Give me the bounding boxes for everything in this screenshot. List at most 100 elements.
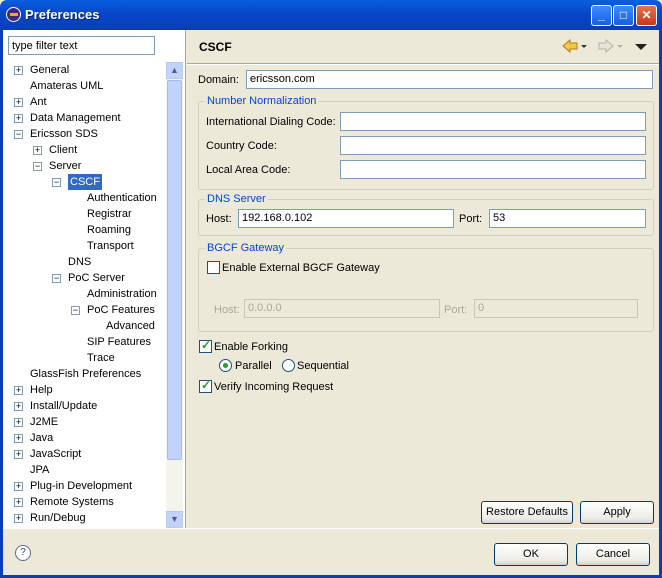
tree-item[interactable]: + Client <box>3 142 166 158</box>
title-bar[interactable]: Preferences _ □ ✕ <box>0 0 662 30</box>
scroll-down-arrow-icon[interactable]: ▼ <box>166 511 183 528</box>
tree-item[interactable]: + Ant <box>3 94 166 110</box>
verify-incoming-checkbox[interactable] <box>199 378 212 393</box>
tree-item[interactable]: − PoC Features <box>3 302 166 318</box>
tree-item[interactable]: Transport <box>3 238 166 254</box>
tree-item[interactable]: + Install/Update <box>3 398 166 414</box>
expand-icon[interactable]: + <box>14 386 23 395</box>
collapse-icon[interactable]: − <box>52 178 61 187</box>
tree-item-label[interactable]: JavaScript <box>30 446 81 462</box>
close-button[interactable]: ✕ <box>636 5 657 26</box>
cancel-button[interactable]: Cancel <box>576 543 650 566</box>
apply-button[interactable]: Apply <box>580 501 654 524</box>
tree-item-label[interactable]: Ant <box>30 94 47 110</box>
verify-incoming-label[interactable]: Verify Incoming Request <box>214 381 333 393</box>
tree-item-label[interactable]: Data Management <box>30 110 121 126</box>
tree-item[interactable]: JPA <box>3 462 166 478</box>
help-icon[interactable]: ? <box>15 545 31 561</box>
tree-item-label[interactable]: Transport <box>87 238 134 254</box>
intl-dialing-code-field[interactable] <box>340 112 646 131</box>
tree-item-label[interactable]: Trace <box>87 350 115 366</box>
tree-item-label[interactable]: Java <box>30 430 53 446</box>
parallel-label[interactable]: Parallel <box>235 360 272 372</box>
expand-icon[interactable]: + <box>33 146 42 155</box>
tree-item[interactable]: + Plug-in Development <box>3 478 166 494</box>
tree-item[interactable]: Trace <box>3 350 166 366</box>
tree-item-label[interactable]: PoC Server <box>68 270 125 286</box>
dns-port-field[interactable]: 53 <box>489 209 646 228</box>
expand-icon[interactable]: + <box>14 514 23 523</box>
enable-forking-checkbox[interactable] <box>199 338 212 353</box>
scroll-up-arrow-icon[interactable]: ▲ <box>166 62 183 79</box>
tree-scrollbar[interactable]: ▲ ▼ <box>166 62 183 528</box>
enable-bgcf-label[interactable]: Enable External BGCF Gateway <box>222 262 380 274</box>
tree-item-label[interactable]: DNS <box>68 254 91 270</box>
collapse-icon[interactable]: − <box>14 130 23 139</box>
tree-item-label[interactable]: Advanced <box>106 318 155 334</box>
expand-icon[interactable]: + <box>14 418 23 427</box>
expand-icon[interactable]: + <box>14 66 23 75</box>
expand-icon[interactable]: + <box>14 450 23 459</box>
tree-item-label[interactable]: J2ME <box>30 414 58 430</box>
tree-item-label[interactable]: Client <box>49 142 77 158</box>
tree-item-label[interactable]: JPA <box>30 462 49 478</box>
maximize-button[interactable]: □ <box>613 5 634 26</box>
tree-item[interactable]: + General <box>3 62 166 78</box>
tree-item[interactable]: SIP Features <box>3 334 166 350</box>
tree-item[interactable]: − CSCF <box>3 174 166 190</box>
tree-item-label[interactable]: PoC Features <box>87 302 155 318</box>
tree-item[interactable]: + Java <box>3 430 166 446</box>
tree-item[interactable]: Roaming <box>3 222 166 238</box>
tree-item[interactable]: + Help <box>3 382 166 398</box>
tree-item-label[interactable]: GlassFish Preferences <box>30 366 141 382</box>
enable-bgcf-checkbox[interactable] <box>207 261 220 274</box>
expand-icon[interactable]: + <box>14 402 23 411</box>
tree-item[interactable]: + JavaScript <box>3 446 166 462</box>
preferences-tree[interactable]: + General Amateras UML + Ant + Data Management… <box>3 62 166 528</box>
tree-item-label[interactable]: CSCF <box>68 174 102 190</box>
tree-item-label[interactable]: Run/Debug <box>30 510 86 526</box>
tree-item[interactable]: Advanced <box>3 318 166 334</box>
expand-icon[interactable]: + <box>14 498 23 507</box>
tree-item[interactable]: − PoC Server <box>3 270 166 286</box>
tree-item-label[interactable]: Roaming <box>87 222 131 238</box>
filter-input[interactable] <box>8 36 155 55</box>
collapse-icon[interactable]: − <box>33 162 42 171</box>
expand-icon[interactable]: + <box>14 482 23 491</box>
tree-item[interactable]: Administration <box>3 286 166 302</box>
tree-item[interactable]: + Run/Debug <box>3 510 166 526</box>
tree-item-label[interactable]: Administration <box>87 286 157 302</box>
tree-item-label[interactable]: General <box>30 62 69 78</box>
minimize-button[interactable]: _ <box>591 5 612 26</box>
back-arrow-icon[interactable] <box>562 38 578 54</box>
tree-item-label[interactable]: Plug-in Development <box>30 478 132 494</box>
sequential-radio[interactable] <box>282 359 295 372</box>
tree-item-label[interactable]: Install/Update <box>30 398 97 414</box>
tree-item[interactable]: + J2ME <box>3 414 166 430</box>
dns-host-field[interactable]: 192.168.0.102 <box>238 209 454 228</box>
sequential-label[interactable]: Sequential <box>297 360 349 372</box>
tree-item[interactable]: GlassFish Preferences <box>3 366 166 382</box>
ok-button[interactable]: OK <box>494 543 568 566</box>
tree-item-label[interactable]: Authentication <box>87 190 157 206</box>
tree-item[interactable]: Amateras UML <box>3 78 166 94</box>
tree-item[interactable]: DNS <box>3 254 166 270</box>
tree-item-label[interactable]: Registrar <box>87 206 132 222</box>
tree-item[interactable]: + Remote Systems <box>3 494 166 510</box>
view-menu-icon[interactable] <box>635 44 647 50</box>
parallel-radio[interactable] <box>219 359 232 372</box>
tree-item[interactable]: − Ericsson SDS <box>3 126 166 142</box>
tree-item-label[interactable]: SIP Features <box>87 334 151 350</box>
tree-item[interactable]: Registrar <box>3 206 166 222</box>
collapse-icon[interactable]: − <box>52 274 61 283</box>
domain-field[interactable]: ericsson.com <box>246 70 653 89</box>
tree-item-label[interactable]: Server <box>49 158 81 174</box>
local-area-code-field[interactable] <box>340 160 646 179</box>
back-dropdown-icon[interactable] <box>581 45 587 48</box>
scroll-thumb[interactable] <box>167 80 182 460</box>
expand-icon[interactable]: + <box>14 114 23 123</box>
expand-icon[interactable]: + <box>14 98 23 107</box>
tree-item-label[interactable]: Remote Systems <box>30 494 114 510</box>
tree-item-label[interactable]: Ericsson SDS <box>30 126 98 142</box>
tree-item-label[interactable]: Amateras UML <box>30 78 103 94</box>
